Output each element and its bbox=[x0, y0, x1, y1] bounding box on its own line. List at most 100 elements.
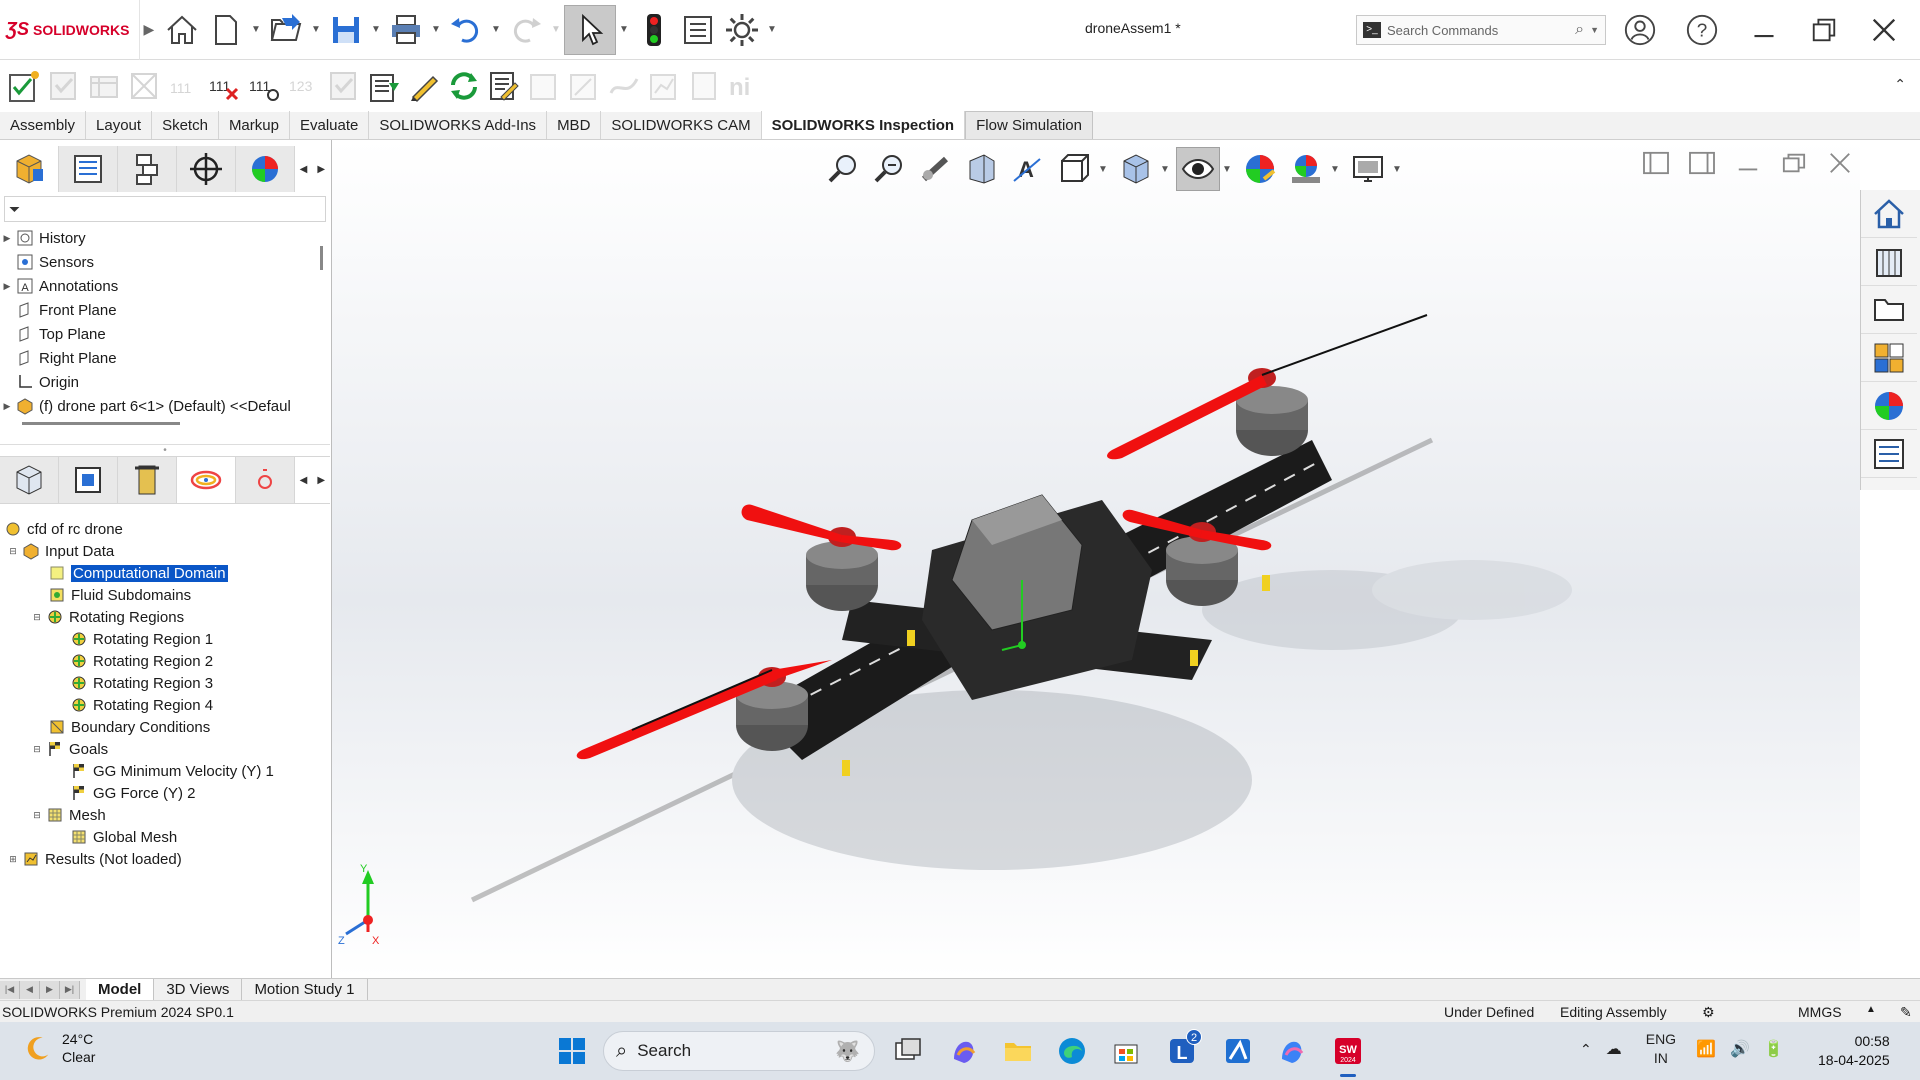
new-project-button[interactable] bbox=[44, 64, 84, 108]
tab-flow-other[interactable] bbox=[235, 457, 295, 503]
run-button[interactable]: 111 bbox=[204, 64, 244, 108]
open-button[interactable] bbox=[264, 6, 308, 54]
results-check-button[interactable] bbox=[324, 64, 364, 108]
volume-icon[interactable]: 🔊 bbox=[1730, 1039, 1750, 1059]
previous-view-button[interactable] bbox=[914, 147, 958, 191]
store-app[interactable] bbox=[1106, 1031, 1146, 1071]
split-view-left-button[interactable] bbox=[1636, 148, 1676, 178]
tab-configuration-manager[interactable] bbox=[117, 146, 177, 192]
flow-wizard-button[interactable] bbox=[4, 64, 44, 108]
print-dropdown[interactable]: ▼ bbox=[428, 6, 444, 54]
wifi-icon[interactable]: 📶 bbox=[1696, 1039, 1716, 1059]
view-orientation-button[interactable] bbox=[1052, 147, 1096, 191]
split-view-right-button[interactable] bbox=[1682, 148, 1722, 178]
appearances-button[interactable] bbox=[1861, 382, 1917, 430]
tab-flow-simulation[interactable]: Flow Simulation bbox=[965, 111, 1093, 139]
zoom-to-area-button[interactable] bbox=[868, 147, 912, 191]
print-button[interactable] bbox=[384, 6, 428, 54]
tree-item-rotating-region-1[interactable]: Rotating Region 1 bbox=[0, 628, 330, 650]
tree-item-fluid-subdomains[interactable]: Fluid Subdomains bbox=[0, 584, 330, 606]
restore-button[interactable] bbox=[1802, 10, 1846, 50]
last-tab-arrow[interactable]: ▶| bbox=[60, 980, 80, 999]
view-palette-button[interactable] bbox=[1861, 334, 1917, 382]
tree-item-goals[interactable]: ⊟ Goals bbox=[0, 738, 330, 760]
select-dropdown[interactable]: ▼ bbox=[616, 6, 632, 54]
solver-button[interactable]: 123 bbox=[284, 64, 324, 108]
collapse-ribbon-icon[interactable]: ⌃ bbox=[1894, 76, 1906, 93]
tree-item-rotating-region-4[interactable]: Rotating Region 4 bbox=[0, 694, 330, 716]
apply-scene-dropdown[interactable]: ▼ bbox=[1330, 164, 1344, 175]
tab-cam[interactable]: SOLIDWORKS CAM bbox=[601, 111, 762, 139]
new-dropdown[interactable]: ▼ bbox=[248, 6, 264, 54]
tree-item-front-plane[interactable]: Front Plane bbox=[0, 298, 320, 322]
redo-dropdown[interactable]: ▼ bbox=[548, 6, 564, 54]
doc-restore-button[interactable] bbox=[1774, 148, 1814, 178]
tab-motion-study[interactable]: Motion Study 1 bbox=[242, 978, 368, 1001]
edit-definition-button[interactable] bbox=[484, 64, 524, 108]
ni-button[interactable]: ni bbox=[724, 64, 764, 108]
tree-item-results[interactable]: ⊞ Results (Not loaded) bbox=[0, 848, 330, 870]
load-results-button[interactable] bbox=[364, 64, 404, 108]
rebuild-status-button[interactable] bbox=[632, 6, 676, 54]
account-button[interactable] bbox=[1618, 10, 1662, 50]
tree-item-sensors[interactable]: Sensors bbox=[0, 250, 320, 274]
search-commands-box[interactable]: >_ Search Commands ⌕ ▼ bbox=[1356, 15, 1606, 45]
tab-3d-views[interactable]: 3D Views bbox=[154, 978, 243, 1001]
expand-arrow-icon[interactable]: ▶ bbox=[0, 401, 14, 412]
tab-inspection[interactable]: SOLIDWORKS Inspection bbox=[761, 111, 966, 139]
onedrive-icon[interactable]: ☁ bbox=[1606, 1039, 1622, 1059]
general-settings-button[interactable] bbox=[84, 64, 124, 108]
save-dropdown[interactable]: ▼ bbox=[368, 6, 384, 54]
tab-feature-manager-2[interactable] bbox=[0, 457, 59, 503]
flow-trajectories-button[interactable] bbox=[604, 64, 644, 108]
tree-item-rotating-region-2[interactable]: Rotating Region 2 bbox=[0, 650, 330, 672]
file-properties-button[interactable] bbox=[676, 6, 720, 54]
cut-plot-button[interactable] bbox=[524, 64, 564, 108]
tab-property-manager[interactable] bbox=[58, 146, 118, 192]
hide-show-dropdown[interactable]: ▼ bbox=[1222, 164, 1236, 175]
copilot-app-2[interactable] bbox=[1272, 1031, 1312, 1071]
batch-run-button[interactable]: 111 bbox=[244, 64, 284, 108]
tree-item-boundary-conditions[interactable]: Boundary Conditions bbox=[0, 716, 330, 738]
custom-properties-button[interactable] bbox=[1861, 430, 1917, 478]
options-dropdown[interactable]: ▼ bbox=[764, 6, 780, 54]
doc-minimize-button[interactable] bbox=[1728, 148, 1768, 178]
minimize-button[interactable] bbox=[1742, 10, 1786, 50]
tree-item-input-data[interactable]: ⊟ Input Data bbox=[0, 540, 330, 562]
solidworks-logo[interactable]: ƷS SOLIDWORKS ▶ bbox=[0, 0, 154, 60]
lens-app[interactable]: L 2 bbox=[1162, 1029, 1202, 1071]
options-button[interactable] bbox=[720, 6, 764, 54]
apply-scene-button[interactable] bbox=[1284, 147, 1328, 191]
expand-arrow-icon[interactable]: ▶ bbox=[0, 233, 14, 244]
tree-item-goal-min-velocity[interactable]: GG Minimum Velocity (Y) 1 bbox=[0, 760, 330, 782]
tabs-scroll-left[interactable]: ◀ bbox=[295, 146, 313, 192]
expand-arrow-icon[interactable]: ▶ bbox=[0, 281, 14, 292]
start-button[interactable] bbox=[552, 1031, 592, 1071]
tab-layout[interactable]: Layout bbox=[86, 111, 153, 139]
tree-item-rotating-region-3[interactable]: Rotating Region 3 bbox=[0, 672, 330, 694]
tray-expand-icon[interactable]: ⌃ bbox=[1580, 1041, 1592, 1058]
file-explorer-app[interactable] bbox=[998, 1031, 1038, 1071]
language-indicator[interactable]: ENG IN bbox=[1646, 1030, 1676, 1068]
battery-icon[interactable]: 🔋 bbox=[1764, 1039, 1784, 1059]
tree-item-right-plane[interactable]: Right Plane bbox=[0, 346, 320, 370]
tree-item-rotating-regions[interactable]: ⊟ Rotating Regions bbox=[0, 606, 330, 628]
tab-dimxpert[interactable] bbox=[176, 146, 236, 192]
tab-feature-manager[interactable] bbox=[0, 146, 59, 192]
search-icon[interactable]: ⌕ bbox=[1575, 21, 1584, 39]
tab-evaluate[interactable]: Evaluate bbox=[290, 111, 370, 139]
edge-app[interactable] bbox=[1052, 1031, 1092, 1071]
tree-item-global-mesh[interactable]: Global Mesh bbox=[0, 826, 330, 848]
tree-item-top-plane[interactable]: Top Plane bbox=[0, 322, 320, 346]
tab-sketch[interactable]: Sketch bbox=[152, 111, 219, 139]
hide-show-items-button[interactable] bbox=[1176, 147, 1220, 191]
solidworks-app[interactable]: SW 2024 bbox=[1328, 1031, 1368, 1077]
component-control-button[interactable] bbox=[124, 64, 164, 108]
copilot-app[interactable] bbox=[944, 1031, 984, 1071]
tree-item-cfd-project[interactable]: cfd of rc drone bbox=[0, 518, 330, 540]
units-selector[interactable]: MMGS bbox=[1798, 1004, 1842, 1020]
collapse-box-icon[interactable]: ⊟ bbox=[6, 546, 20, 557]
report-button[interactable] bbox=[684, 64, 724, 108]
tabs2-scroll-left[interactable]: ◀ bbox=[295, 457, 313, 503]
design-library-button[interactable] bbox=[1861, 238, 1917, 286]
